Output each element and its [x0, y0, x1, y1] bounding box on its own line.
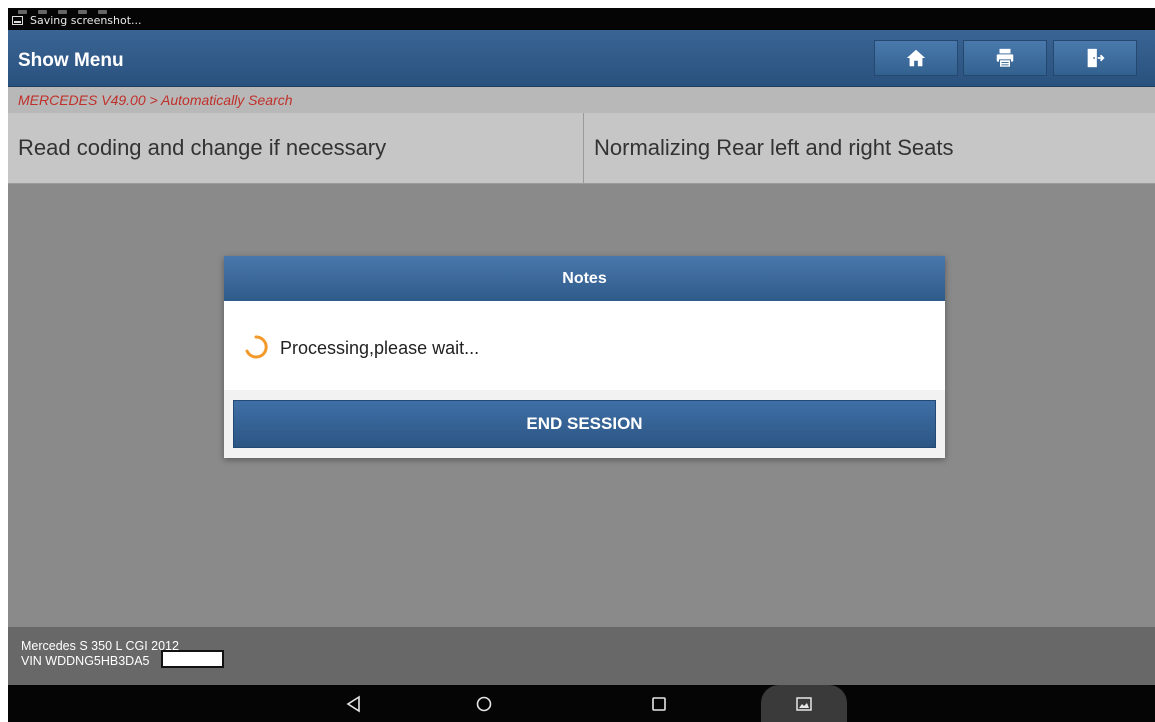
processing-message: Processing,please wait...	[280, 338, 480, 358]
home-nav-button[interactable]	[473, 693, 495, 715]
print-button[interactable]	[963, 40, 1047, 76]
circle-home-icon	[476, 696, 492, 712]
system-nav-bar	[8, 685, 1155, 722]
image-icon	[796, 696, 812, 711]
vehicle-info: Mercedes S 350 L CGI 2012 VIN WDDNG5HB3D…	[8, 627, 1155, 685]
status-notification-text: Saving screenshot...	[30, 14, 142, 27]
print-icon	[996, 48, 1014, 68]
back-icon	[346, 695, 360, 713]
app-screen: Saving screenshot... Show Menu MERCEDES …	[8, 8, 1155, 722]
dialog-title: Notes	[224, 256, 945, 301]
exit-icon	[1087, 48, 1105, 68]
home-button[interactable]	[874, 40, 958, 76]
screenshot-button[interactable]	[761, 685, 847, 722]
menu-item-label: Normalizing Rear left and right Seats	[594, 135, 954, 160]
loading-spinner-icon	[245, 335, 268, 359]
dialog-footer: END SESSION	[224, 390, 945, 458]
notes-dialog: Notes Processing,please wait... END SESS…	[224, 256, 945, 458]
menu-item-normalizing-seats[interactable]: Normalizing Rear left and right Seats	[584, 113, 1155, 183]
app-header: Show Menu	[8, 30, 1155, 87]
redaction-box	[161, 650, 224, 668]
system-status-bar: Saving screenshot...	[8, 8, 1155, 30]
screenshot-icon	[12, 16, 23, 25]
end-session-button[interactable]: END SESSION	[233, 400, 936, 448]
exit-button[interactable]	[1053, 40, 1137, 76]
menu-item-label: Read coding and change if necessary	[18, 135, 387, 160]
menu-item-read-coding[interactable]: Read coding and change if necessary	[8, 113, 584, 183]
recents-button[interactable]	[648, 693, 670, 715]
back-button[interactable]	[343, 693, 365, 715]
header-title[interactable]: Show Menu	[18, 50, 124, 72]
square-recents-icon	[652, 697, 666, 711]
breadcrumb: MERCEDES V49.00 > Automatically Search	[8, 87, 1155, 113]
home-icon	[906, 49, 926, 67]
dialog-body: Processing,please wait...	[224, 301, 945, 390]
status-icons	[18, 8, 138, 14]
function-menu: Read coding and change if necessary Norm…	[8, 113, 1155, 184]
